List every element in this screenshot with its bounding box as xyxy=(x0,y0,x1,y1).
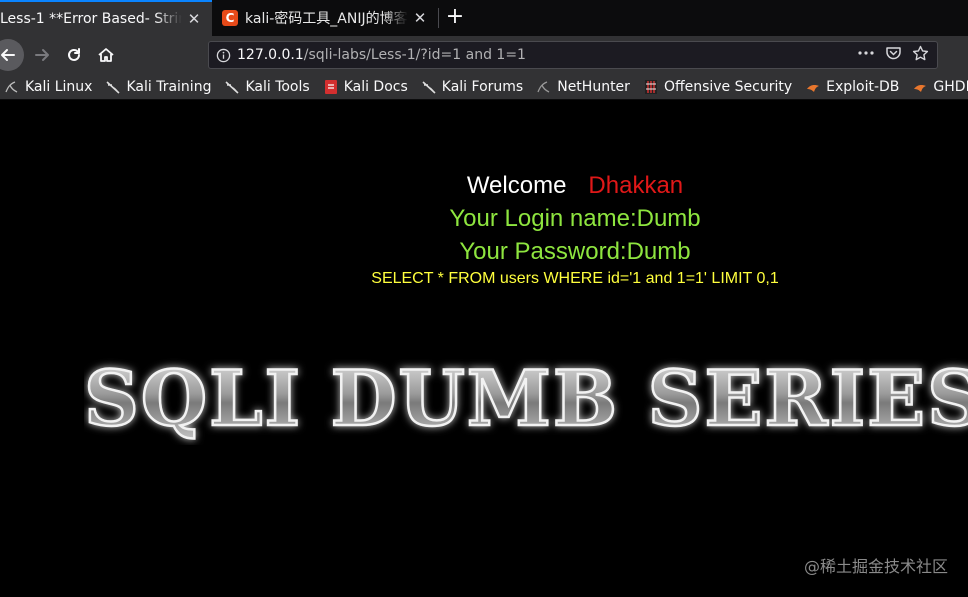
home-button[interactable] xyxy=(94,43,118,67)
bookmark-nethunter[interactable]: NetHunter xyxy=(536,79,630,95)
new-tab-plus-icon[interactable]: + xyxy=(443,6,467,30)
kali-docs-icon xyxy=(323,79,339,95)
bookmark-label: Kali Tools xyxy=(245,78,310,95)
offsec-icon xyxy=(643,79,659,95)
tab-separator xyxy=(438,8,439,28)
bookmark-label: Kali Training xyxy=(126,78,212,95)
close-icon[interactable]: ✕ xyxy=(186,10,202,28)
bookmark-star-icon[interactable] xyxy=(912,45,929,66)
bookmark-kali-forums[interactable]: Kali Forums xyxy=(421,79,523,95)
banner-text: SQLI DUMB SERIES xyxy=(84,355,968,443)
back-button[interactable] xyxy=(0,39,24,71)
bookmark-label: Kali Linux xyxy=(25,78,93,95)
sqli-dumb-series-banner: SQLI DUMB SERIES xyxy=(84,355,968,444)
pocket-icon[interactable] xyxy=(885,45,902,65)
bookmark-ghdb[interactable]: GHDB xyxy=(912,79,968,95)
username-display: Dhakkan xyxy=(588,172,684,199)
kali-dragon-icon xyxy=(421,79,437,95)
ghdb-icon xyxy=(912,79,928,95)
kali-dragon-icon xyxy=(105,79,121,95)
reload-button[interactable] xyxy=(62,43,86,67)
bookmark-offensive-security[interactable]: Offensive Security xyxy=(643,79,792,95)
bookmark-kali-linux[interactable]: Kali Linux xyxy=(4,79,92,95)
welcome-text: Welcome xyxy=(466,172,567,199)
kali-dragon-icon xyxy=(4,79,20,95)
url-path: /sqli-labs/Less-1/?id=1 and 1=1 xyxy=(303,47,526,63)
password-line: Your Password:Dumb xyxy=(459,238,691,265)
watermark-text: @稀土掘金技术社区 xyxy=(803,557,948,576)
tab-kali-blog[interactable]: C kali-密码工具_ANIJ的博客 ✕ xyxy=(214,0,438,36)
url-actions xyxy=(857,45,937,66)
bookmark-label: Exploit-DB xyxy=(826,78,900,95)
tab-less-1[interactable]: Less-1 **Error Based- String ✕ xyxy=(0,0,212,36)
close-icon[interactable]: ✕ xyxy=(412,9,428,27)
tab-strip: Less-1 **Error Based- String ✕ C kali-密码… xyxy=(0,0,968,36)
home-icon xyxy=(98,48,114,62)
login-name-line: Your Login name:Dumb xyxy=(449,205,701,232)
arrow-right-icon xyxy=(35,49,49,61)
reload-icon xyxy=(68,48,80,61)
bookmark-kali-docs[interactable]: Kali Docs xyxy=(323,79,408,95)
kali-dragon-icon xyxy=(224,79,240,95)
bookmarks-bar: Kali Linux Kali Training Kali Tools Kali… xyxy=(0,74,968,100)
bookmark-label: GHDB xyxy=(933,78,968,95)
sql-query-line: SELECT * FROM users WHERE id='1 and 1=1'… xyxy=(371,270,779,287)
info-icon[interactable] xyxy=(209,48,237,63)
bookmark-label: NetHunter xyxy=(557,78,630,95)
nav-bar: 127.0.0.1/sqli-labs/Less-1/?id=1 and 1=1 xyxy=(0,36,968,74)
exploitdb-icon xyxy=(805,79,821,95)
tab-title: Less-1 **Error Based- String xyxy=(0,11,182,27)
bookmark-label: Kali Forums xyxy=(441,78,524,95)
page-content: Welcome Dhakkan Your Login name:Dumb Your… xyxy=(0,100,968,597)
nethunter-icon xyxy=(536,79,552,95)
csdn-favicon-icon: C xyxy=(222,10,238,26)
bookmark-label: Kali Docs xyxy=(343,78,408,95)
bookmark-label: Offensive Security xyxy=(663,78,793,95)
tab-title: kali-密码工具_ANIJ的博客 xyxy=(245,11,408,27)
bookmark-kali-training[interactable]: Kali Training xyxy=(105,79,211,95)
page-actions-icon[interactable] xyxy=(857,45,875,65)
bookmark-exploit-db[interactable]: Exploit-DB xyxy=(805,79,899,95)
url-host: 127.0.0.1 xyxy=(237,47,304,63)
bookmark-kali-tools[interactable]: Kali Tools xyxy=(224,78,310,95)
welcome-line: Welcome Dhakkan xyxy=(0,172,968,200)
url-bar[interactable]: 127.0.0.1/sqli-labs/Less-1/?id=1 and 1=1 xyxy=(208,41,938,69)
forward-button[interactable] xyxy=(30,43,54,67)
arrow-left-icon xyxy=(1,49,15,61)
url-text[interactable]: 127.0.0.1/sqli-labs/Less-1/?id=1 and 1=1 xyxy=(237,47,857,63)
